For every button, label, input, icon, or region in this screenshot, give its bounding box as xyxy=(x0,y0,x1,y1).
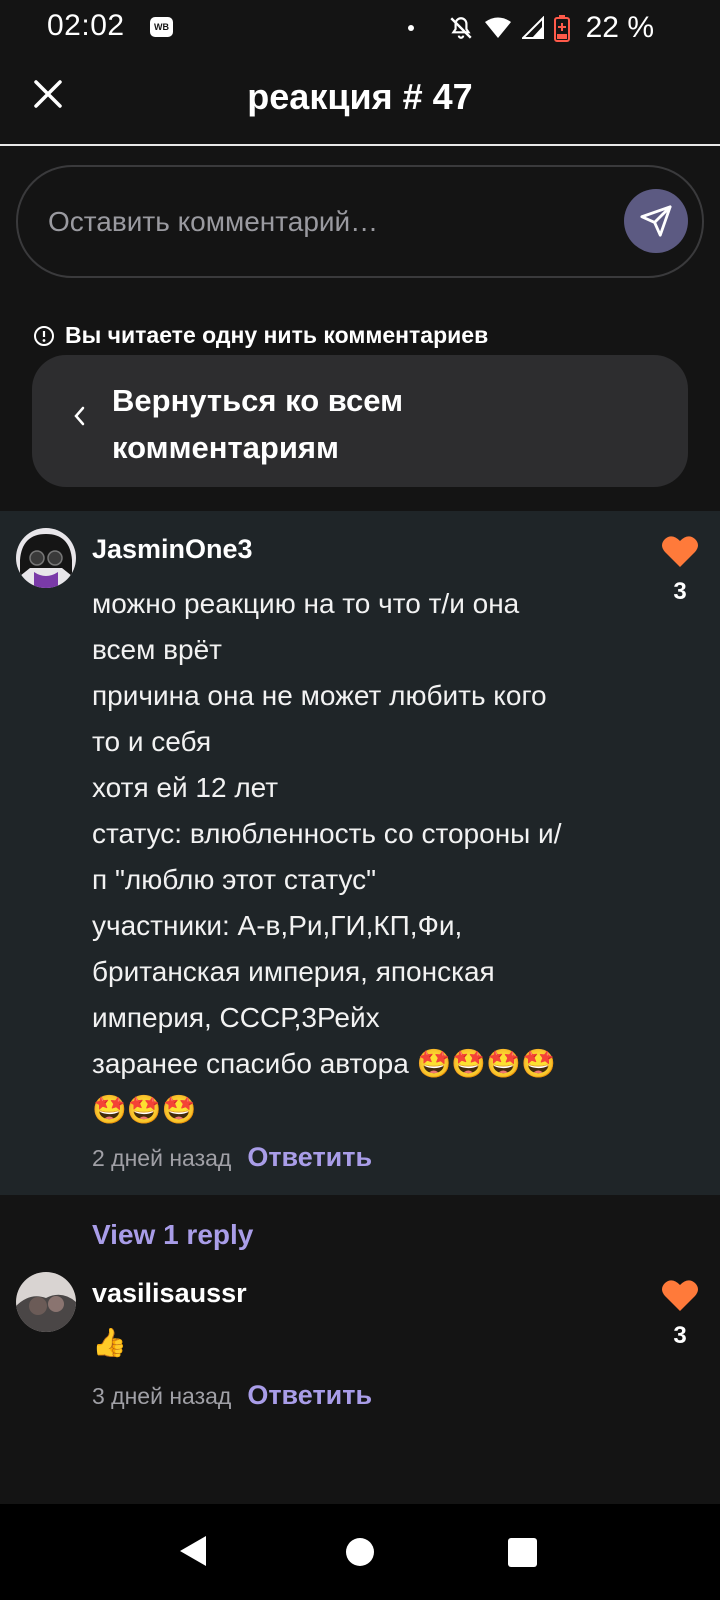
comment-time: 2 дней назад xyxy=(92,1145,232,1171)
like-count: 3 xyxy=(673,578,687,605)
info-icon xyxy=(34,325,54,346)
nav-home-icon[interactable] xyxy=(346,1538,374,1566)
send-button[interactable] xyxy=(624,189,688,253)
comment-input[interactable] xyxy=(48,167,608,276)
chevron-left-icon xyxy=(74,406,85,426)
status-icons: 22 % xyxy=(407,8,654,48)
status-time: 02:02 xyxy=(47,9,125,42)
comment-time: 3 дней назад xyxy=(92,1383,232,1409)
back-button-label: Вернуться ко всем комментариям xyxy=(112,383,404,465)
like-button[interactable]: 3 xyxy=(660,1278,700,1350)
battery-icon xyxy=(553,14,570,42)
comment-username[interactable]: JasminOne3 xyxy=(92,534,253,565)
bell-off-icon xyxy=(448,15,474,41)
avatar[interactable] xyxy=(16,528,76,588)
status-bar: 02:02 WB 22 % xyxy=(0,0,720,56)
heart-icon xyxy=(662,536,698,567)
nav-recents-icon[interactable] xyxy=(508,1538,537,1567)
comment-text: 👍 xyxy=(92,1327,127,1358)
top-app-bar: реакция # 47 xyxy=(0,56,720,146)
system-nav-bar xyxy=(0,1504,720,1600)
like-count: 3 xyxy=(673,1322,687,1349)
comment-composer xyxy=(16,165,704,278)
comment-meta: 3 дней назад Ответить xyxy=(92,1380,372,1411)
like-button[interactable]: 3 xyxy=(660,534,700,606)
thread-notice-text: Вы читаете одну нить комментариев xyxy=(65,322,489,348)
back-to-all-comments-button[interactable]: Вернуться ко всем комментариям xyxy=(32,355,688,487)
avatar[interactable] xyxy=(16,1272,76,1332)
battery-percent: 22 % xyxy=(585,11,654,44)
wb-app-icon: WB xyxy=(150,17,173,37)
thread-notice: Вы читаете одну нить комментариев xyxy=(33,322,488,349)
comment-username[interactable]: vasilisaussr xyxy=(92,1278,247,1309)
page-title: реакция # 47 xyxy=(247,76,473,117)
send-icon xyxy=(640,205,672,237)
reply-button[interactable]: Ответить xyxy=(247,1142,372,1173)
nav-back-icon[interactable] xyxy=(178,1534,208,1568)
comment-text: можно реакцию на то что т/и она всем врё… xyxy=(92,588,562,1125)
wifi-icon xyxy=(484,15,512,41)
comment-meta: 2 дней назад Ответить xyxy=(92,1142,372,1173)
reply-button[interactable]: Ответить xyxy=(247,1380,372,1411)
heart-icon xyxy=(662,1280,698,1311)
view-replies-link[interactable]: View 1 reply xyxy=(92,1219,253,1251)
notification-dot-icon xyxy=(407,25,414,31)
signal-icon xyxy=(521,16,544,40)
